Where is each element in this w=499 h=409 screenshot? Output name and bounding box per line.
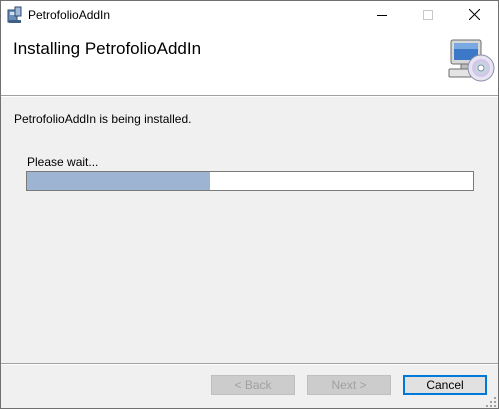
back-button[interactable]: < Back — [211, 375, 295, 395]
computer-cd-icon — [445, 38, 495, 84]
maximize-icon — [423, 9, 433, 23]
window-title: PetrofolioAddIn — [28, 8, 111, 22]
installer-package-icon — [7, 6, 23, 24]
page-title: Installing PetrofolioAddIn — [13, 39, 202, 58]
installer-window: PetrofolioAddIn Installing PetrofolioAdd… — [0, 0, 499, 409]
close-icon — [468, 8, 480, 23]
footer-separator-highlight — [1, 364, 498, 365]
next-button[interactable]: Next > — [307, 375, 391, 395]
resize-grip-icon[interactable] — [486, 396, 496, 407]
install-progress-bar — [26, 171, 474, 191]
maximize-button[interactable] — [405, 1, 451, 31]
status-message: PetrofolioAddIn is being installed. — [14, 112, 192, 126]
minimize-icon — [377, 9, 387, 23]
close-button[interactable] — [451, 1, 497, 31]
minimize-button[interactable] — [359, 1, 405, 31]
header-separator-highlight — [1, 96, 498, 97]
title-bar[interactable]: PetrofolioAddIn — [1, 1, 498, 31]
progress-fill — [27, 172, 210, 190]
cancel-button[interactable]: Cancel — [403, 375, 487, 395]
wait-label: Please wait... — [27, 155, 99, 169]
header-banner: Installing PetrofolioAddIn — [1, 31, 498, 95]
